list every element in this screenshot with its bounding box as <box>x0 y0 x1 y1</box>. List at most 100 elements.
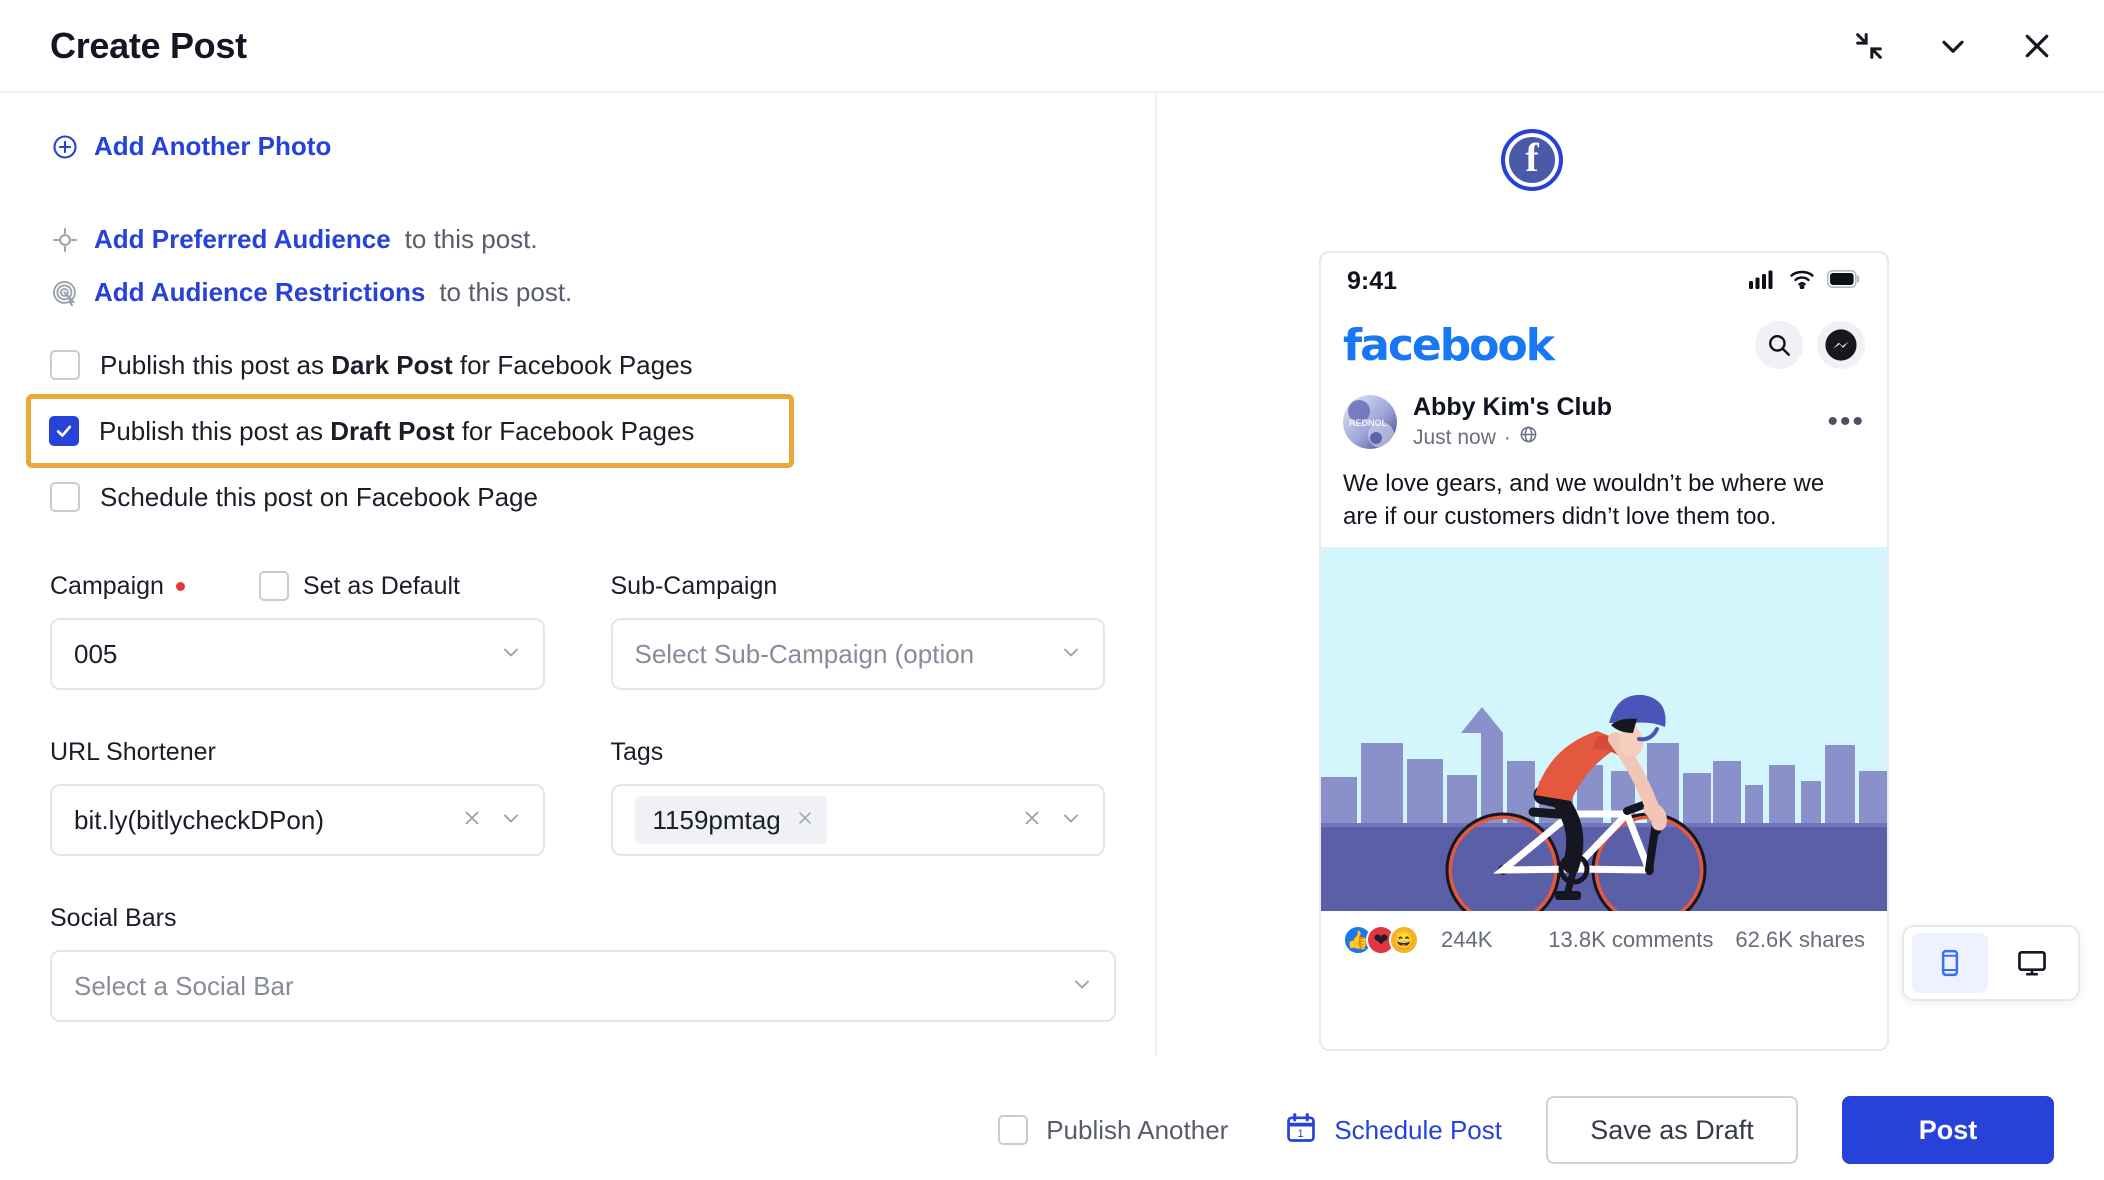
form-pane: Add Another Photo Add Preferred Audience… <box>0 93 1155 1080</box>
url-shortener-select[interactable]: bit.ly(bitlycheckDPon) <box>50 784 545 856</box>
add-preferred-audience-suffix: to this post. <box>404 224 538 254</box>
schedule-post-label: Schedule this post on Facebook Page <box>100 481 538 512</box>
clear-icon[interactable] <box>461 807 483 834</box>
status-time: 9:41 <box>1347 266 1398 295</box>
url-shortener-label: URL Shortener <box>50 737 216 766</box>
campaign-row: Campaign Set as Default 005 Sub-Campaign… <box>50 570 1105 690</box>
sub-campaign-placeholder: Select Sub-Campaign (option <box>634 638 975 669</box>
tag-pill[interactable]: 1159pmtag <box>634 796 827 844</box>
preview-view-toggle <box>1902 925 2080 1001</box>
modal-body: Add Another Photo Add Preferred Audience… <box>0 93 2104 1080</box>
tags-select[interactable]: 1159pmtag <box>610 784 1105 856</box>
battery-icon <box>1827 269 1861 293</box>
draft-post-label: Publish this post as Draft Post for Face… <box>99 415 695 446</box>
post-body-text: We love gears, and we wouldn’t be where … <box>1343 470 1825 530</box>
campaign-field: Campaign Set as Default 005 <box>50 570 545 690</box>
status-icons <box>1749 269 1861 294</box>
add-audience-restrictions-suffix: to this post. <box>439 277 573 307</box>
facebook-wordmark: facebook <box>1343 319 1555 371</box>
sub-campaign-select[interactable]: Select Sub-Campaign (option <box>610 618 1105 690</box>
chevron-down-icon[interactable] <box>1059 806 1083 835</box>
social-bars-field: Social Bars Select a Social Bar <box>50 902 1116 1022</box>
campaign-select[interactable]: 005 <box>50 618 545 690</box>
phone-status-bar: 9:41 <box>1321 253 1887 309</box>
set-as-default-row[interactable]: Set as Default <box>258 571 460 601</box>
post-meta: Just now · <box>1413 425 1612 450</box>
wifi-icon <box>1789 269 1815 294</box>
draft-post-checkbox-row[interactable]: Publish this post as Draft Post for Face… <box>26 394 794 468</box>
dark-post-checkbox[interactable] <box>50 350 80 380</box>
search-icon[interactable] <box>1755 321 1803 369</box>
schedule-post-checkbox[interactable] <box>50 482 80 512</box>
post-image <box>1321 547 1887 912</box>
avatar: REDNOL <box>1343 394 1397 449</box>
post-engagement-bar: 👍 ❤ 😄 244K 13.8K comments 62.6K shares <box>1321 911 1887 969</box>
url-shortener-value: bit.ly(bitlycheckDPon) <box>74 804 324 835</box>
social-bars-select[interactable]: Select a Social Bar <box>50 950 1116 1022</box>
required-dot <box>175 581 185 591</box>
publish-another-checkbox[interactable] <box>998 1115 1029 1145</box>
campaign-label: Campaign <box>50 571 164 600</box>
calendar-icon: 1 <box>1284 1111 1318 1150</box>
publish-options-list: Publish this post as Dark Post for Faceb… <box>26 338 1105 524</box>
add-preferred-audience-row[interactable]: Add Preferred Audience to this post. <box>50 224 1105 255</box>
facebook-f-icon: f <box>1525 135 1539 180</box>
chevron-down-icon[interactable] <box>499 806 523 835</box>
save-as-draft-button[interactable]: Save as Draft <box>1546 1096 1798 1164</box>
clear-icon[interactable] <box>1021 807 1043 834</box>
draft-post-checkbox[interactable] <box>49 416 79 446</box>
comment-count: 13.8K comments <box>1548 927 1714 953</box>
sub-campaign-field: Sub-Campaign Select Sub-Campaign (option <box>610 570 1105 690</box>
facebook-app-bar: facebook <box>1321 309 1887 381</box>
post-more-options-icon[interactable]: ••• <box>1827 407 1865 437</box>
audience-links: Add Preferred Audience to this post. Add… <box>50 224 1105 308</box>
facebook-network-badge[interactable]: f <box>1501 129 1563 191</box>
messenger-icon[interactable] <box>1817 321 1865 369</box>
chevron-down-icon[interactable] <box>1930 23 1976 69</box>
modal-footer: Publish Another 1 Schedule Post Save as … <box>0 1080 2104 1180</box>
add-audience-restrictions-row[interactable]: Add Audience Restrictions to this post. <box>50 277 1105 308</box>
close-icon[interactable] <box>2014 23 2060 69</box>
reaction-count: 244K <box>1441 927 1493 953</box>
schedule-post-checkbox-row[interactable]: Schedule this post on Facebook Page <box>50 470 1105 524</box>
meta-dot: · <box>1503 425 1511 449</box>
schedule-post-label: Schedule Post <box>1334 1114 1502 1145</box>
campaign-value: 005 <box>74 638 118 669</box>
header-actions <box>1846 23 2060 69</box>
share-count: 62.6K shares <box>1735 927 1865 953</box>
post-button[interactable]: Post <box>1842 1096 2054 1164</box>
mobile-view-button[interactable] <box>1912 933 1988 993</box>
plus-circle-icon <box>50 132 80 162</box>
set-as-default-label: Set as Default <box>302 571 460 600</box>
globe-icon <box>1519 425 1538 450</box>
sub-campaign-label: Sub-Campaign <box>610 571 778 600</box>
tags-label: Tags <box>610 737 664 766</box>
chevron-down-icon[interactable] <box>1070 972 1094 1001</box>
social-bars-placeholder: Select a Social Bar <box>74 970 294 1001</box>
desktop-view-button[interactable] <box>1994 933 2070 993</box>
schedule-post-button[interactable]: 1 Schedule Post <box>1284 1111 1502 1150</box>
reaction-icons: 👍 ❤ 😄 <box>1343 925 1419 956</box>
page-title: Create Post <box>50 24 247 66</box>
chevron-down-icon[interactable] <box>1059 640 1083 669</box>
url-shortener-field: URL Shortener bit.ly(bitlycheckDPon) <box>50 736 545 856</box>
add-preferred-audience-link: Add Preferred Audience <box>94 224 391 254</box>
remove-tag-icon[interactable] <box>795 808 815 833</box>
dark-post-label: Publish this post as Dark Post for Faceb… <box>100 349 693 380</box>
collapse-arrows-icon[interactable] <box>1846 23 1892 69</box>
create-post-modal: Create Post Add Another Photo Add Prefer… <box>0 0 2104 1180</box>
post-author-block: Abby Kim's Club Just now · <box>1413 393 1612 450</box>
target-crosshair-icon <box>50 225 80 255</box>
post-author-name: Abby Kim's Club <box>1413 393 1613 421</box>
add-audience-restrictions-link: Add Audience Restrictions <box>94 277 426 307</box>
url-tags-row: URL Shortener bit.ly(bitlycheckDPon) Tag… <box>50 736 1105 856</box>
publish-another-row[interactable]: Publish Another <box>998 1115 1228 1146</box>
add-another-photo-label: Add Another Photo <box>94 131 332 161</box>
haha-reaction-icon: 😄 <box>1389 925 1419 956</box>
add-another-photo-button[interactable]: Add Another Photo <box>50 131 1105 162</box>
tag-pill-label: 1159pmtag <box>652 804 781 835</box>
set-as-default-checkbox[interactable] <box>258 571 289 601</box>
dark-post-checkbox-row[interactable]: Publish this post as Dark Post for Faceb… <box>50 338 1105 392</box>
svg-text:1: 1 <box>1298 1128 1304 1140</box>
chevron-down-icon[interactable] <box>499 640 523 669</box>
